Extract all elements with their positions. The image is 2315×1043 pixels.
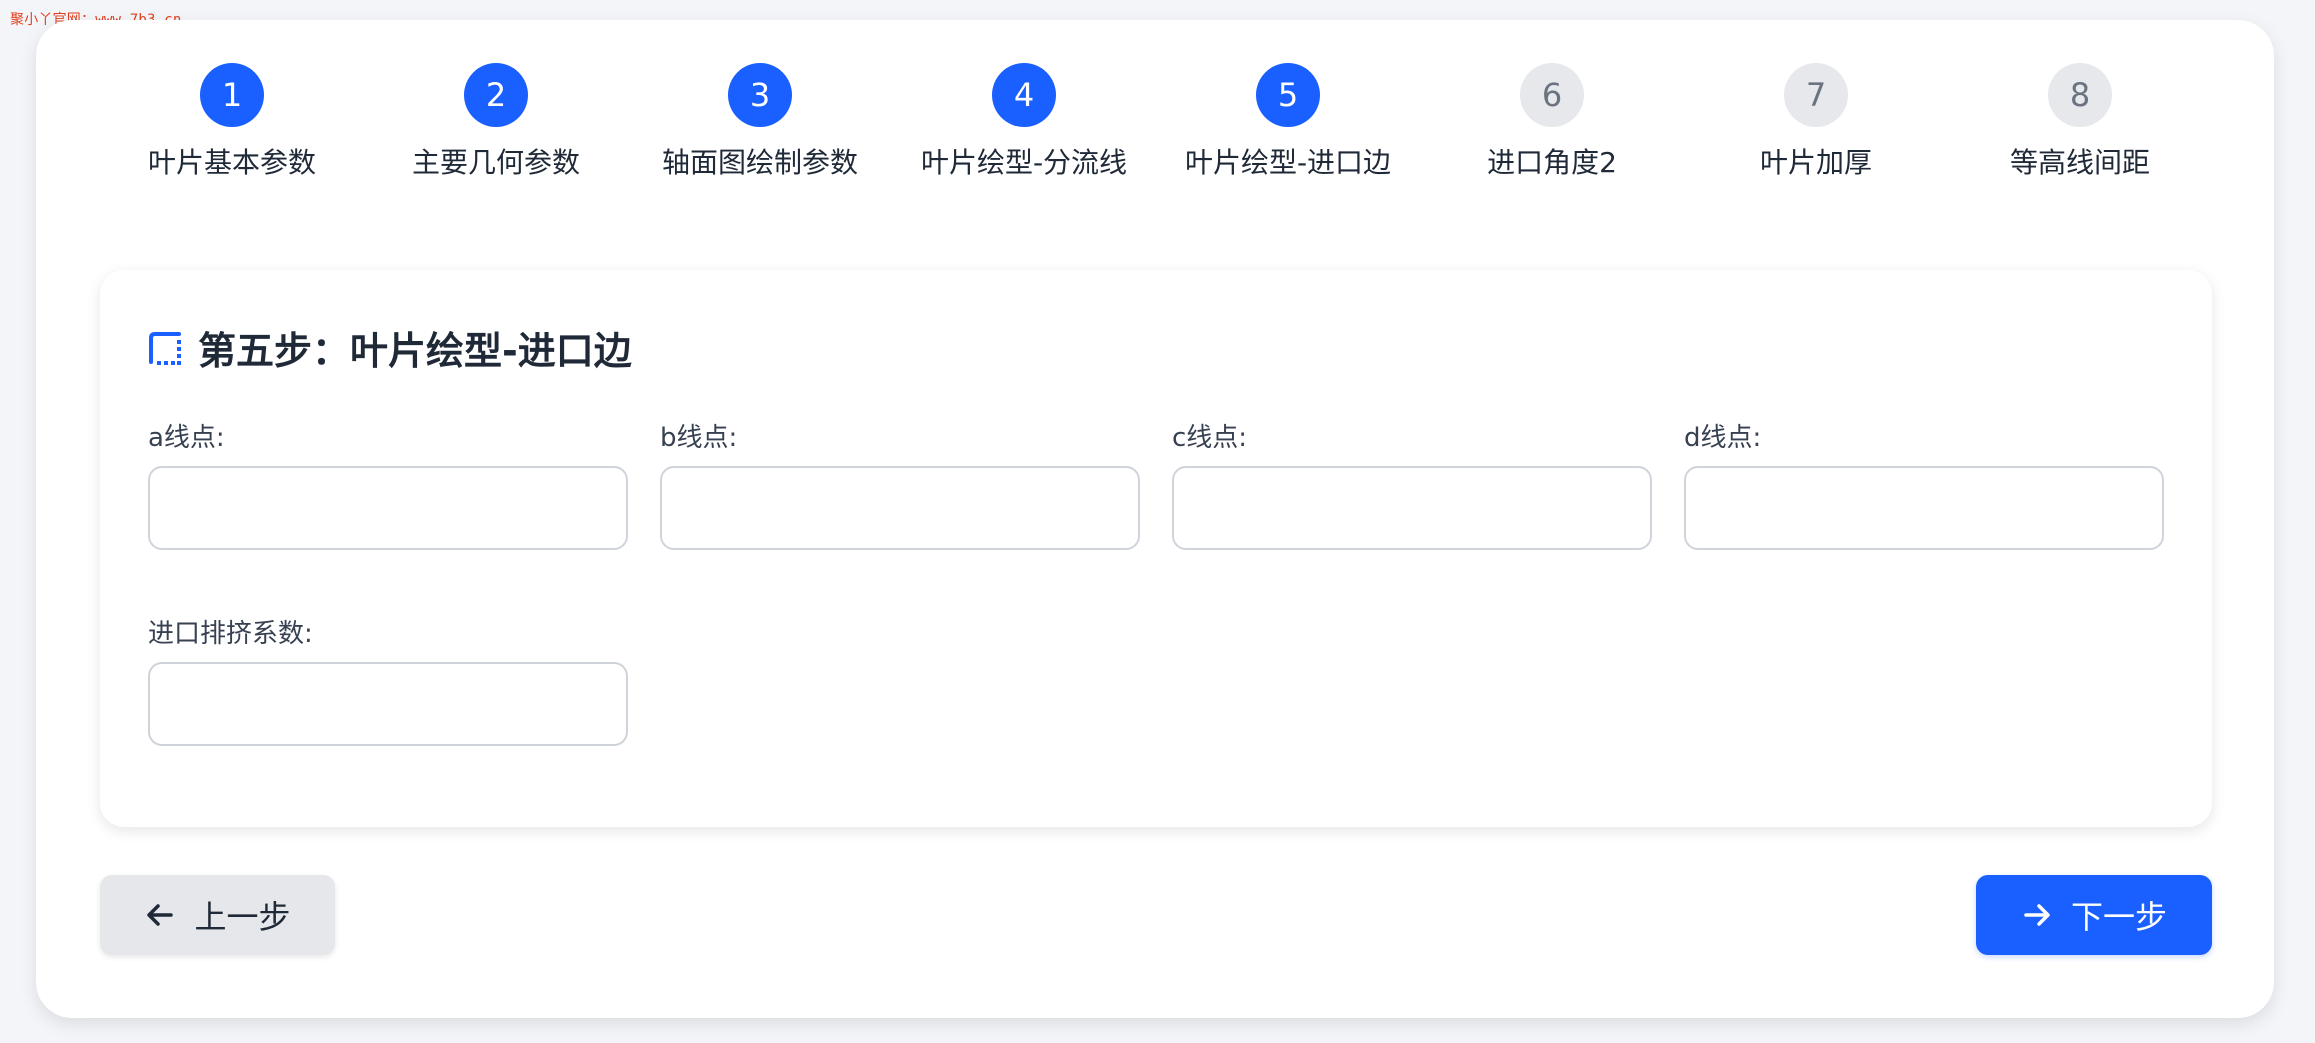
- next-step-button[interactable]: 下一步: [1976, 875, 2212, 955]
- inlet-coeff-label: 进口排挤系数:: [148, 619, 313, 649]
- d-line-field: d线点:: [1684, 420, 2164, 550]
- b-line-label: b线点:: [660, 423, 738, 453]
- step-number-badge: 4: [992, 63, 1056, 127]
- step-number-badge: 8: [2048, 63, 2112, 127]
- d-line-input[interactable]: [1684, 466, 2164, 550]
- step-number-badge: 1: [200, 63, 264, 127]
- step-number-badge: 7: [1784, 63, 1848, 127]
- b-line-input[interactable]: [660, 466, 1140, 550]
- step-label: 叶片绘型-进口边: [1184, 146, 1392, 179]
- step-number-badge: 5: [1256, 63, 1320, 127]
- step-7[interactable]: 7 叶片加厚: [1706, 63, 1926, 181]
- form-title-text: 第五步：叶片绘型-进口边: [198, 329, 632, 373]
- a-line-field: a线点:: [148, 420, 628, 550]
- step-4[interactable]: 4 叶片绘型-分流线: [914, 63, 1134, 181]
- form-card: 第五步：叶片绘型-进口边 a线点: b线点: c线点: d线点: 进口排挤系数:: [100, 270, 2212, 827]
- step-3[interactable]: 3 轴面图绘制参数: [650, 63, 870, 181]
- d-line-label: d线点:: [1684, 423, 1762, 453]
- step-number-badge: 3: [728, 63, 792, 127]
- prev-step-button[interactable]: 上一步: [100, 875, 335, 955]
- c-line-label: c线点:: [1172, 423, 1248, 453]
- c-line-field: c线点:: [1172, 420, 1652, 550]
- step-label: 叶片加厚: [1759, 146, 1872, 179]
- step-label: 叶片绘型-分流线: [920, 146, 1128, 179]
- step-label: 轴面图绘制参数: [661, 146, 858, 179]
- wizard-stepper: 1 叶片基本参数 2 主要几何参数 3 轴面图绘制参数 4 叶片绘型-分流线 5…: [100, 63, 2215, 203]
- form-title: 第五步：叶片绘型-进口边: [148, 320, 632, 375]
- b-line-field: b线点:: [660, 420, 1140, 550]
- inlet-coeff-field: 进口排挤系数:: [148, 616, 628, 746]
- a-line-label: a线点:: [148, 423, 225, 453]
- step-5[interactable]: 5 叶片绘型-进口边: [1178, 63, 1398, 181]
- next-step-label: 下一步: [2070, 898, 2167, 936]
- prev-step-label: 上一步: [194, 898, 291, 936]
- arrow-left-icon: [144, 899, 176, 931]
- step-8[interactable]: 8 等高线间距: [1970, 63, 2190, 181]
- step-2[interactable]: 2 主要几何参数: [386, 63, 606, 181]
- step-label: 等高线间距: [2009, 146, 2150, 179]
- arrow-right-icon: [2021, 899, 2053, 931]
- step-label: 叶片基本参数: [147, 146, 316, 179]
- step-number-badge: 2: [464, 63, 528, 127]
- step-number-badge: 6: [1520, 63, 1584, 127]
- inlet-coeff-input[interactable]: [148, 662, 628, 746]
- step-1[interactable]: 1 叶片基本参数: [122, 63, 342, 181]
- c-line-input[interactable]: [1172, 466, 1652, 550]
- dotted-square-icon: [148, 331, 182, 365]
- step-6[interactable]: 6 进口角度2: [1442, 63, 1662, 181]
- a-line-input[interactable]: [148, 466, 628, 550]
- step-label: 进口角度2: [1487, 146, 1617, 179]
- step-label: 主要几何参数: [411, 146, 580, 179]
